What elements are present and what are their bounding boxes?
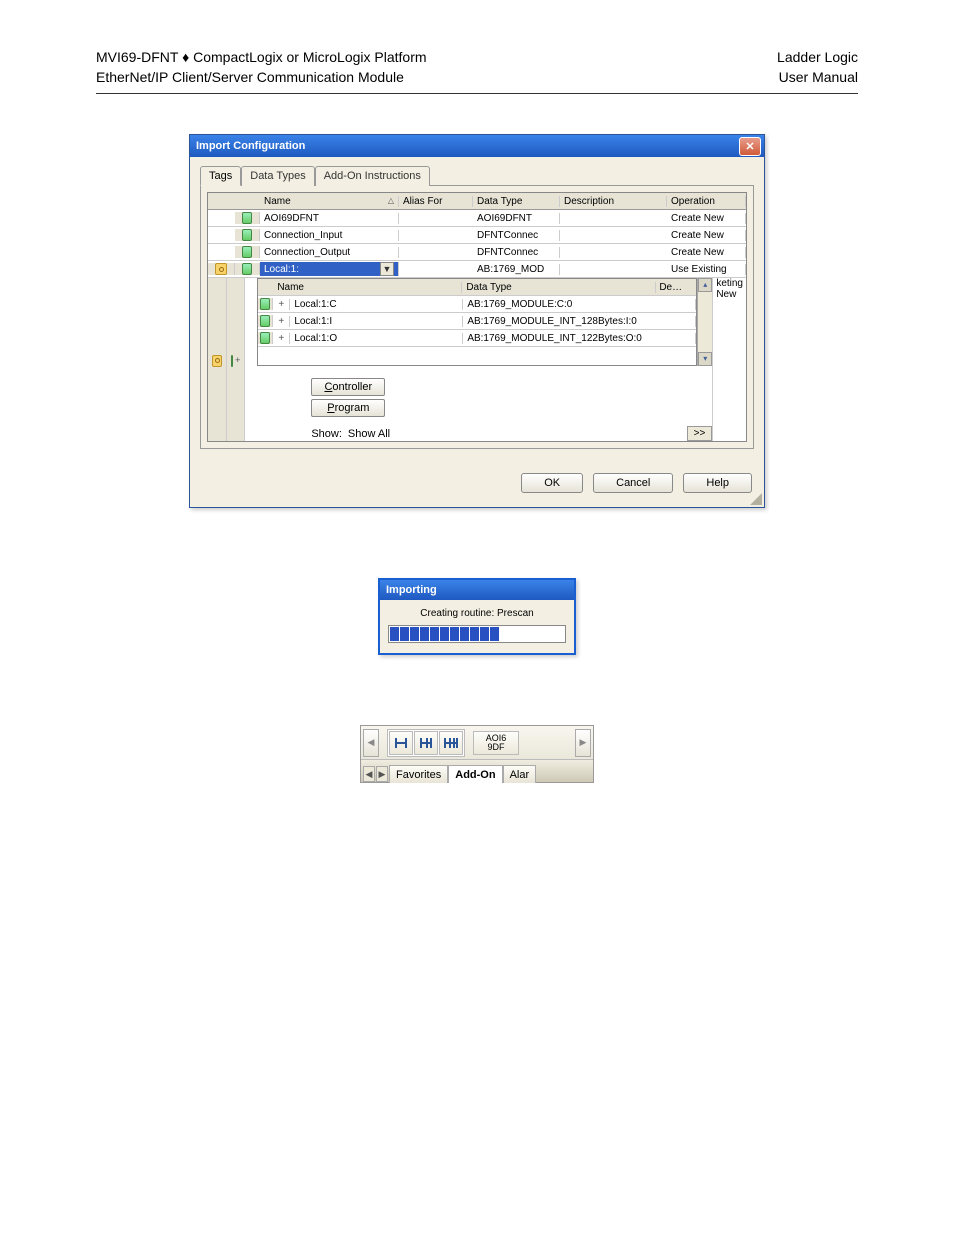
branch-icon[interactable] <box>414 731 438 755</box>
tags-grid: Name△ Alias For Data Type Description Op… <box>207 192 747 442</box>
tag-icon <box>231 355 233 367</box>
header-right-line2: User Manual <box>777 68 858 88</box>
expand-icon[interactable]: + <box>278 333 284 344</box>
sub-col-type[interactable]: Data Type <box>462 282 656 293</box>
scroll-down-icon[interactable]: ▾ <box>698 352 712 366</box>
page-header: MVI69-DFNT ♦ CompactLogix or MicroLogix … <box>96 48 858 94</box>
tag-icon <box>242 229 252 241</box>
show-label: Show: <box>311 428 342 440</box>
table-row[interactable]: Connection_Input DFNTConnec Create New <box>208 227 746 244</box>
list-item[interactable]: + Local:1:O AB:1769_MODULE_INT_122Bytes:… <box>258 330 696 347</box>
expand-button[interactable]: >> <box>687 426 713 441</box>
list-item[interactable]: + Local:1:I AB:1769_MODULE_INT_128Bytes:… <box>258 313 696 330</box>
progress-title: Importing <box>386 584 571 596</box>
lock-icon <box>212 355 222 367</box>
help-button[interactable]: Help <box>683 473 752 493</box>
tab-add-on[interactable]: Add-On <box>448 765 502 783</box>
sub-col-de[interactable]: De… <box>656 282 696 293</box>
header-left-line2: EtherNet/IP Client/Server Communication … <box>96 68 427 88</box>
tag-icon <box>242 212 252 224</box>
progress-message: Creating routine: Prescan <box>388 608 566 619</box>
sub-col-name[interactable]: Name <box>273 282 462 293</box>
importing-dialog: Importing Creating routine: Prescan <box>378 578 576 655</box>
tag-icon <box>260 298 270 310</box>
rung-icon[interactable] <box>389 731 413 755</box>
lock-icon <box>215 263 227 275</box>
program-button[interactable]: Program <box>311 399 385 417</box>
table-row[interactable]: AOI69DFNT AOI69DFNT Create New <box>208 210 746 227</box>
col-type[interactable]: Data Type <box>473 196 560 207</box>
table-row[interactable]: Local:1: ▼ AB:1769_MOD Use Existing <box>208 261 746 278</box>
tab-data-types[interactable]: Data Types <box>241 166 314 186</box>
scroll-up-icon[interactable]: ▴ <box>698 278 712 292</box>
col-name[interactable]: Name <box>264 196 291 207</box>
op-truncated: New <box>716 289 743 300</box>
col-alias[interactable]: Alias For <box>399 196 473 207</box>
tab-scroll-right-icon[interactable]: ▶ <box>376 766 388 782</box>
tag-icon <box>242 263 252 275</box>
tab-alar[interactable]: Alar <box>503 765 537 783</box>
controller-button[interactable]: Controller <box>311 378 385 396</box>
list-item[interactable]: + Local:1:C AB:1769_MODULE:C:0 <box>258 296 696 313</box>
tab-favorites[interactable]: Favorites <box>389 765 448 783</box>
tab-scroll-left-icon[interactable]: ◀ <box>363 766 375 782</box>
col-desc[interactable]: Description <box>560 196 667 207</box>
col-op[interactable]: Operation <box>667 196 746 207</box>
tab-tags[interactable]: Tags <box>200 166 241 186</box>
header-left-line1: MVI69-DFNT ♦ CompactLogix or MicroLogix … <box>96 48 427 68</box>
header-right-line1: Ladder Logic <box>777 48 858 68</box>
nav-right-icon[interactable]: ▶ <box>575 729 591 757</box>
dropdown-icon[interactable]: ▼ <box>380 262 394 276</box>
tag-icon <box>260 315 270 327</box>
dialog-title: Import Configuration <box>196 140 739 152</box>
show-value: Show All <box>348 428 390 440</box>
table-row[interactable]: Connection_Output DFNTConnec Create New <box>208 244 746 261</box>
op-truncated: keting <box>716 278 743 289</box>
tag-icon <box>260 332 270 344</box>
ok-button[interactable]: OK <box>521 473 583 493</box>
tag-icon <box>242 246 252 258</box>
close-icon[interactable]: ✕ <box>739 137 761 156</box>
import-configuration-dialog: Import Configuration ✕ Tags Data Types A… <box>189 134 765 508</box>
cancel-button[interactable]: Cancel <box>593 473 673 493</box>
expand-icon[interactable]: + <box>278 316 284 327</box>
nav-left-icon[interactable]: ◀ <box>363 729 379 757</box>
expand-icon[interactable]: + <box>278 299 284 310</box>
instruction-toolbar: ◀ AOI6 9DF ▶ ◀ ▶ Favor <box>360 725 594 783</box>
branch-level-icon[interactable] <box>439 731 463 755</box>
tab-add-on-instructions[interactable]: Add-On Instructions <box>315 166 430 186</box>
sub-grid: Name Data Type De… + Local:1:C AB:1769_M… <box>257 278 697 366</box>
aoi-block-button[interactable]: AOI6 9DF <box>473 731 519 755</box>
progress-bar <box>388 625 566 643</box>
